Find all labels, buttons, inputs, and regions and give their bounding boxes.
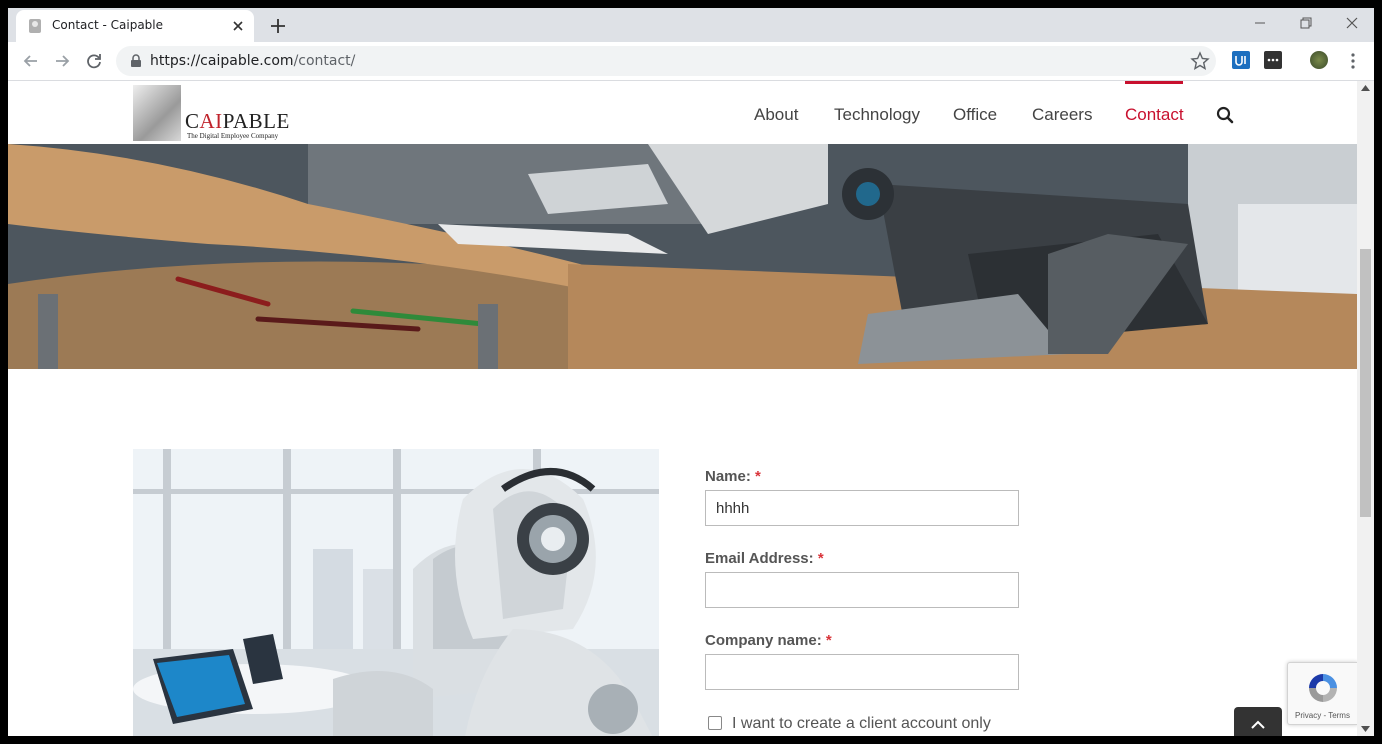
scrollbar-thumb[interactable] [1360,249,1371,517]
email-label: Email Address: * [705,550,824,567]
back-to-top-button[interactable] [1234,707,1282,736]
logo-robot-face [133,85,181,141]
email-label-text: Email Address: [705,550,814,567]
required-asterisk: * [755,468,761,485]
address-bar[interactable]: https://caipable.com/contact/ [116,46,1216,76]
close-tab-icon[interactable] [228,16,248,36]
company-label-text: Company name: [705,632,822,649]
minimize-icon[interactable] [1246,12,1274,34]
tab-title: Contact - Caipable [52,18,164,32]
menu-dots-icon[interactable] [1342,50,1364,72]
recaptcha-badge[interactable]: Privacy - Terms [1287,662,1357,725]
taskbar-edge [0,736,1382,744]
logo-prefix: C [185,109,200,133]
close-window-icon[interactable] [1338,12,1366,34]
browser-window: Contact - Caipable https://caipable.com/… [8,8,1374,736]
nav-active-indicator [1125,81,1183,84]
name-field[interactable]: hhhh [705,490,1019,526]
site-header: CAIPABLE The Digital Employee Company Ab… [8,81,1357,144]
back-arrow-icon[interactable] [20,50,42,72]
scroll-up-arrow-icon[interactable] [1361,85,1370,91]
required-asterisk: * [825,632,832,649]
tab-strip: Contact - Caipable [8,8,1374,42]
url-path: /contact/ [293,53,356,69]
company-field[interactable] [705,654,1019,690]
page-viewport: CAIPABLE The Digital Employee Company Ab… [8,81,1357,736]
new-tab-icon[interactable] [266,14,290,38]
favicon-icon [29,19,41,33]
company-label: Company name: * [705,632,832,649]
tab-contact[interactable]: Contact - Caipable [16,10,254,42]
logo-wordmark: CAIPABLE [185,109,290,134]
logo-tagline: The Digital Employee Company [187,132,279,140]
email-field[interactable] [705,572,1019,608]
nav-office[interactable]: Office [953,105,997,125]
lock-icon [131,54,141,67]
logo-suffix: PABLE [222,109,290,133]
forward-arrow-icon[interactable] [51,50,73,72]
name-label: Name: * [705,468,761,485]
url-text: https://caipable.com/contact/ [150,53,355,69]
nav-about[interactable]: About [754,105,798,125]
logo-ai: AI [199,109,223,133]
page-scrollbar[interactable] [1357,81,1374,736]
recaptcha-privacy-terms[interactable]: Privacy - Terms [1295,711,1350,720]
bookmark-star-icon[interactable] [1190,51,1210,71]
reload-icon[interactable] [83,50,105,72]
chevron-up-icon [1251,720,1265,729]
restore-icon[interactable] [1292,12,1320,34]
scroll-down-arrow-icon[interactable] [1361,726,1370,732]
uipath-extension-icon[interactable] [1232,51,1250,69]
recaptcha-logo-icon [1309,674,1337,702]
client-account-checkbox[interactable] [708,716,722,730]
nav-careers[interactable]: Careers [1032,105,1092,125]
caipable-logo[interactable]: CAIPABLE The Digital Employee Company [133,85,293,141]
url-host: https://caipable.com [150,53,294,69]
name-label-text: Name: [705,468,751,485]
required-asterisk: * [817,550,824,567]
client-account-checkbox-label[interactable]: I want to create a client account only [732,715,991,733]
password-extension-icon[interactable] [1264,51,1282,69]
nav-technology[interactable]: Technology [834,105,920,125]
profile-avatar-icon[interactable] [1310,51,1328,69]
robots-office-image [133,449,659,736]
nav-contact[interactable]: Contact [1125,105,1184,125]
search-icon[interactable] [1216,106,1234,124]
hero-robot-desk-image [8,144,1357,369]
browser-toolbar: https://caipable.com/contact/ [8,42,1374,81]
